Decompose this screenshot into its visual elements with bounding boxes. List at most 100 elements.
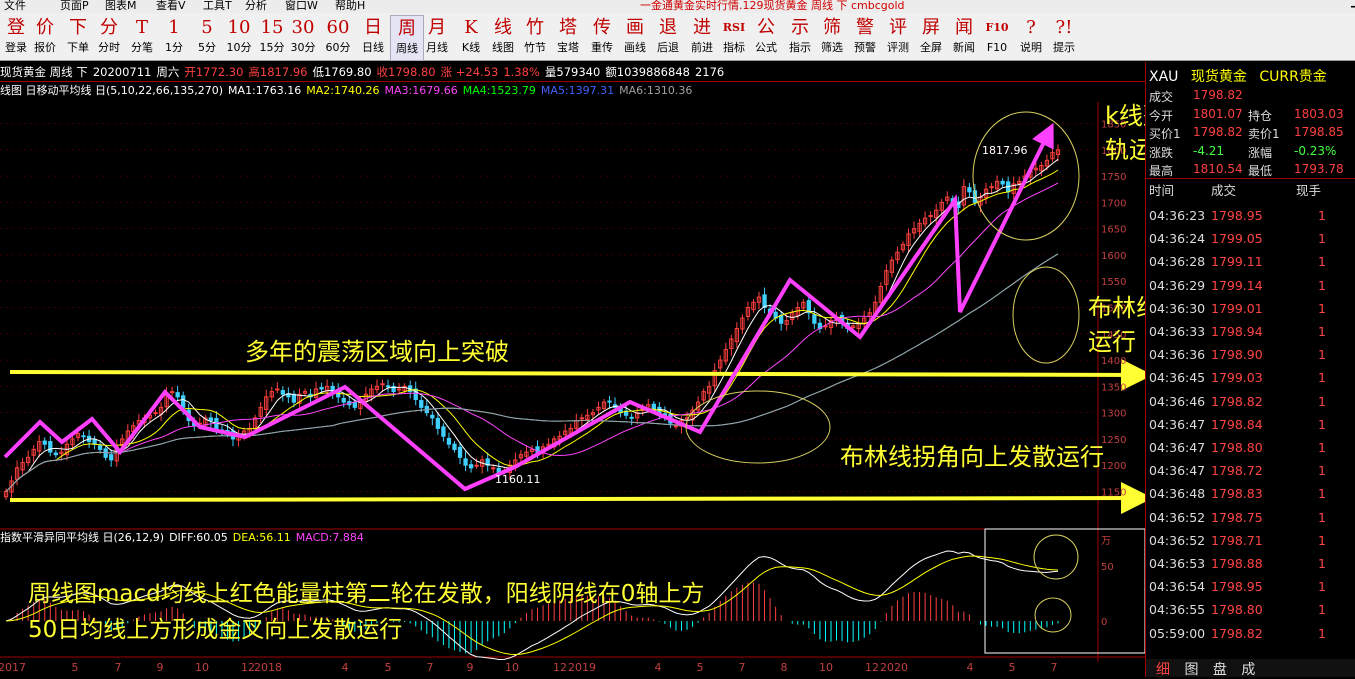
toolbar-button-15[interactable]: 线线图 [487,15,519,59]
toolbar-button-9[interactable]: 30 30分 [287,15,319,59]
toolbar-button-24[interactable]: 示指示 [784,15,816,59]
toolbar-button-20[interactable]: 退后退 [652,15,684,59]
tick-time: 04:36:47 [1149,440,1206,455]
toolbar-button-23[interactable]: 公公式 [750,15,782,59]
toolbar-icon: 60 [326,17,350,38]
toolbar-button-13[interactable]: 月月线 [421,15,453,59]
toolbar-button-10[interactable]: 60 60分 [322,15,354,59]
tab-chart[interactable]: 图 [1184,662,1198,678]
tick-time: 05:59:00 [1149,625,1206,641]
tab-book[interactable]: 盘 [1213,662,1227,678]
support-arrow-line [9,482,1145,515]
toolbar-button-0[interactable]: 登登录 [0,15,32,59]
tick-row: 04:36:47 1798.72 1 [1146,463,1355,487]
toolbar-icon: ? [1026,17,1036,38]
time-tick-label: 5 [72,661,79,674]
tick-vol: 1 [1318,254,1326,270]
tick-vol: 1 [1318,532,1326,548]
tick-row: 04:36:52 1798.75 1 [1146,510,1355,534]
toolbar-button-32[interactable]: ?! 提示 [1048,15,1080,59]
tick-price: 1798.82 [1211,625,1263,641]
tick-price: 1798.75 [1211,509,1263,525]
tab-detail[interactable]: 细 [1156,662,1170,678]
toolbar-button-5[interactable]: 1 1分 [158,15,190,59]
ticks-header: 时间 成交 现手 [1146,180,1355,200]
price-tick-label: 1700 [1101,198,1126,209]
toolbar-icon: 15 [260,17,284,38]
info-date: 20200711 [92,65,152,79]
ticks-header-vol: 现手 [1296,183,1322,198]
tick-time: 04:36:47 [1149,416,1206,432]
toolbar-button-25[interactable]: 筛筛选 [816,15,848,59]
info-amount: 额1039886848 [605,65,690,79]
toolbar-button-14[interactable]: K K线 [455,15,487,59]
toolbar-button-30[interactable]: F10 F10 [981,15,1013,59]
toolbar-icon: 屏 [922,17,940,38]
candle-body [430,414,435,419]
toolbar-button-4[interactable]: T 分笔 [126,15,158,59]
toolbar-button-16[interactable]: 竹竹节 [519,15,551,59]
menu-item-chart[interactable]: 图表M [105,0,137,13]
info-open: 开1772.30 [184,65,244,79]
candle-body [175,392,180,398]
tab-trades[interactable]: 成 [1241,662,1255,678]
toolbar-icon: 下 [69,17,87,38]
toolbar-button-3[interactable]: 分分时 [93,15,125,59]
ma6-value: MA6:1310.36 [619,84,693,97]
menu-item-file[interactable]: 文件 [4,0,26,13]
quote-market: CURR贵金 [1259,69,1327,85]
candle-body [53,452,58,456]
toolbar-button-28[interactable]: 屏全屏 [915,15,947,59]
tick-vol: 1 [1318,300,1326,316]
menu-item-help[interactable]: 帮助H [335,0,365,13]
menu-item-tools[interactable]: 工具T [203,0,232,13]
toolbar-button-17[interactable]: 塔宝塔 [552,15,584,59]
quote-value: -4.21 [1193,143,1225,158]
tick-row: 04:36:45 1799.03 1 [1146,370,1355,394]
macd-highlight-box [984,528,1145,654]
toolbar-button-29[interactable]: 闻新闻 [948,15,980,59]
toolbar-icon: 周 [398,18,416,39]
candle-body [208,417,214,422]
price-tick-label: 1550 [1101,277,1126,288]
toolbar-button-7[interactable]: 10 10分 [223,15,255,59]
toolbar-button-11[interactable]: 日日线 [357,15,389,59]
ma2-value: MA2:1740.26 [306,84,380,97]
tick-price: 1799.05 [1211,231,1263,247]
toolbar-button-21[interactable]: 进前进 [686,15,718,59]
tick-vol: 1 [1318,556,1326,571]
menu-item-page[interactable]: 页面P [60,0,89,13]
toolbar-button-8[interactable]: 15 15分 [256,15,288,59]
tick-time: 04:36:52 [1149,532,1206,548]
toolbar-button-2[interactable]: 下下单 [62,15,94,59]
highlight-ellipse [1033,534,1079,580]
toolbar-label: 指示 [789,41,811,54]
toolbar-button-6[interactable]: 5 5分 [191,15,223,59]
toolbar-button-22[interactable]: RSI 指标 [718,15,750,59]
toolbar-button-1[interactable]: 价报价 [29,15,61,59]
toolbar-button-12[interactable]: 周周线 [390,15,424,61]
menu-item-analysis[interactable]: 分析 [245,0,267,13]
toolbar-label: 线图 [492,41,514,54]
toolbar-label: 筛选 [821,41,843,54]
candle-body [109,454,114,461]
toolbar-button-27[interactable]: 评评测 [882,15,914,59]
tick-price: 1798.90 [1211,347,1263,363]
time-tick-label: 5 [385,661,392,674]
menu-item-view[interactable]: 查看V [156,0,186,13]
annotation-breakout: 多年的震荡区域向上突破 [245,338,509,366]
time-tick-label: 10 [195,661,209,674]
tick-row: 04:36:47 1798.80 1 [1146,440,1355,464]
candle-body [762,294,767,309]
menu-item-window[interactable]: 窗口W [285,0,318,13]
quote-label: 买价1 [1149,127,1181,141]
highlight-ellipse [1034,597,1072,633]
toolbar-button-31[interactable]: ? 说明 [1015,15,1047,59]
candle-body [441,426,446,437]
toolbar-button-19[interactable]: 画画线 [619,15,651,59]
tick-vol: 1 [1318,579,1326,595]
toolbar-button-18[interactable]: 传重传 [586,15,618,59]
minimize-icon[interactable]: ▁ [1351,0,1355,8]
toolbar-button-26[interactable]: 警预警 [849,15,881,59]
toolbar-icon: 示 [791,17,809,38]
